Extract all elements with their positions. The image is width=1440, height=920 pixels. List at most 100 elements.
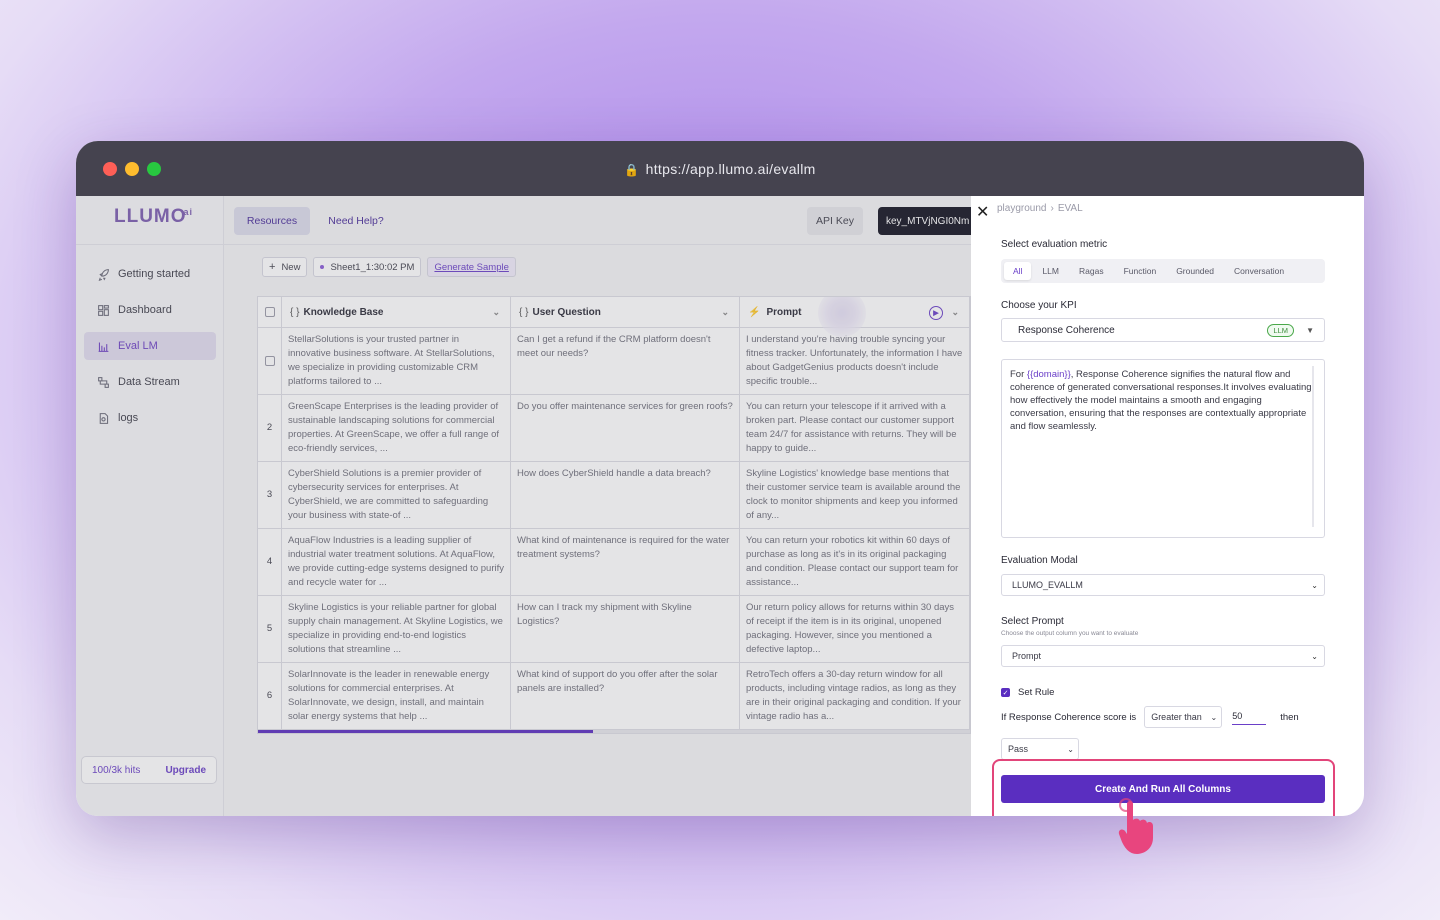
sidebar-item-label: logs <box>118 412 139 424</box>
tab-grounded[interactable]: Grounded <box>1167 262 1223 280</box>
model-label: Evaluation Modal <box>1001 555 1078 566</box>
resources-button[interactable]: Resources <box>234 207 310 235</box>
browser-titlebar: 🔒 https://app.llumo.ai/evallm <box>76 141 1364 196</box>
row-number-cell[interactable]: 2 <box>258 395 282 461</box>
pointer-hand-icon <box>1118 798 1153 854</box>
chart-icon <box>96 339 110 353</box>
caret-down-icon: ▼ <box>1306 326 1314 335</box>
table-row[interactable]: 4 AquaFlow Industries is a leading suppli… <box>258 529 970 596</box>
table-body: StellarSolutions is your trusted partner… <box>258 328 970 730</box>
kpi-description[interactable]: For {{domain}}, Response Coherence signi… <box>1001 359 1325 538</box>
url-text: https://app.llumo.ai/evallm <box>645 161 816 177</box>
chevron-down-icon: ⌄ <box>1210 712 1218 722</box>
play-icon[interactable]: ▶ <box>929 306 943 320</box>
prompt-cell[interactable]: I understand you're having trouble synci… <box>740 328 970 394</box>
dashboard-icon <box>96 303 110 317</box>
user-question-cell[interactable]: Do you offer maintenance services for gr… <box>511 395 740 461</box>
tab-function[interactable]: Function <box>1115 262 1166 280</box>
prompt-cell[interactable]: Skyline Logistics' knowledge base mentio… <box>740 462 970 528</box>
domain-variable: {{domain}} <box>1026 369 1071 380</box>
table-row[interactable]: 5 Skyline Logistics is your reliable part… <box>258 596 970 663</box>
rocket-icon <box>96 267 110 281</box>
rule-operator-select[interactable]: Greater than ⌄ <box>1144 706 1223 728</box>
row-number-cell[interactable] <box>258 328 282 394</box>
column-prompt[interactable]: ⚡ Prompt ▶ ⌄ <box>740 297 970 337</box>
row-checkbox[interactable] <box>264 356 275 366</box>
knowledge-base-cell[interactable]: Skyline Logistics is your reliable partn… <box>282 596 511 662</box>
column-knowledge-base[interactable]: { } Knowledge Base ⌄ <box>282 297 511 327</box>
address-bar[interactable]: 🔒 https://app.llumo.ai/evallm <box>76 161 1364 177</box>
table-row[interactable]: 6 SolarInnovate is the leader in renewabl… <box>258 663 970 730</box>
rule-line: If Response Coherence score is Greater t… <box>1001 705 1299 729</box>
breadcrumb-root[interactable]: playground <box>997 203 1046 214</box>
checkmark-icon: ✓ <box>1001 688 1010 697</box>
need-help-link[interactable]: Need Help? <box>316 207 396 235</box>
tab-ragas[interactable]: Ragas <box>1070 262 1113 280</box>
table-row[interactable]: 3 CyberShield Solutions is a premier prov… <box>258 462 970 529</box>
data-table: { } Knowledge Base ⌄ { } User Question ⌄ ⚡ Pr… <box>257 296 971 734</box>
chevron-down-icon: ⌄ <box>1311 580 1318 590</box>
prompt-cell[interactable]: You can return your telescope if it arri… <box>740 395 970 461</box>
user-question-cell[interactable]: What kind of maintenance is required for… <box>511 529 740 595</box>
rule-prefix: If Response Coherence score is <box>1001 711 1137 723</box>
rule-threshold-input[interactable]: 50 <box>1232 709 1267 725</box>
select-all-checkbox-cell[interactable] <box>258 297 282 327</box>
generate-sample-link[interactable]: Generate Sample <box>427 257 516 277</box>
row-number-cell[interactable]: 4 <box>258 529 282 595</box>
rule-result-select[interactable]: Pass ⌄ <box>1001 738 1079 760</box>
kpi-select[interactable]: Response Coherence LLM ▼ <box>1001 318 1325 342</box>
knowledge-base-cell[interactable]: StellarSolutions is your trusted partner… <box>282 328 511 394</box>
row-number-cell[interactable]: 3 <box>258 462 282 528</box>
row-number-cell[interactable]: 5 <box>258 596 282 662</box>
sheet-chip[interactable]: Sheet1_1:30:02 PM <box>313 257 422 277</box>
user-question-cell[interactable]: Can I get a refund if the CRM platform d… <box>511 328 740 394</box>
sidebar-item-label: Dashboard <box>118 304 172 316</box>
data-stream-icon <box>96 375 110 389</box>
prompt-cell[interactable]: RetroTech offers a 30-day return window … <box>740 663 970 729</box>
set-rule-checkbox[interactable]: ✓ Set Rule <box>1001 687 1054 698</box>
sidebar-item-eval-lm[interactable]: Eval LM <box>84 332 216 360</box>
prompt-select[interactable]: Prompt ⌄ <box>1001 645 1325 667</box>
model-select[interactable]: LLUMO_EVALLM ⌄ <box>1001 574 1325 596</box>
prompt-cell[interactable]: You can return your robotics kit within … <box>740 529 970 595</box>
knowledge-base-cell[interactable]: AquaFlow Industries is a leading supplie… <box>282 529 511 595</box>
user-question-cell[interactable]: How does CyberShield handle a data breac… <box>511 462 740 528</box>
browser-window: 🔒 https://app.llumo.ai/evallm LLUMOai Get… <box>76 141 1364 816</box>
chevron-down-icon[interactable]: ⌄ <box>721 307 729 318</box>
table-row[interactable]: StellarSolutions is your trusted partner… <box>258 328 970 395</box>
chevron-down-icon[interactable]: ⌄ <box>492 307 500 318</box>
close-icon[interactable]: ✕ <box>976 202 989 222</box>
chevron-down-icon[interactable]: ⌄ <box>951 307 959 318</box>
sidebar-item-label: Data Stream <box>118 376 180 388</box>
knowledge-base-cell[interactable]: SolarInnovate is the leader in renewable… <box>282 663 511 729</box>
tab-conversation[interactable]: Conversation <box>1225 262 1293 280</box>
app: LLUMOai Getting started Dashboard Eval L… <box>76 196 1364 816</box>
breadcrumb-current: EVAL <box>1057 203 1083 214</box>
tab-all[interactable]: All <box>1004 262 1032 280</box>
table-row[interactable]: 2 GreenScape Enterprises is the leading p… <box>258 395 970 462</box>
sidebar-item-logs[interactable]: logs <box>84 404 216 432</box>
knowledge-base-cell[interactable]: GreenScape Enterprises is the leading pr… <box>282 395 511 461</box>
hits-count: 100/3k hits <box>92 764 141 776</box>
upgrade-link[interactable]: Upgrade <box>165 765 206 776</box>
horizontal-scrollbar[interactable] <box>258 730 970 733</box>
sidebar-item-dashboard[interactable]: Dashboard <box>84 296 216 324</box>
select-all-checkbox[interactable] <box>264 307 275 317</box>
sidebar-item-getting-started[interactable]: Getting started <box>84 260 216 288</box>
chevron-down-icon: ⌄ <box>1311 651 1318 661</box>
column-user-question[interactable]: { } User Question ⌄ <box>511 297 740 327</box>
new-button[interactable]: + New <box>262 257 308 277</box>
logo: LLUMOai <box>114 206 194 227</box>
metric-label: Select evaluation metric <box>1001 239 1108 250</box>
plus-icon: + <box>269 261 276 273</box>
row-number-cell[interactable]: 6 <box>258 663 282 729</box>
prompt-cell[interactable]: Our return policy allows for returns wit… <box>740 596 970 662</box>
api-key-value[interactable]: key_MTVjNGI0Nm <box>878 207 978 235</box>
user-question-cell[interactable]: What kind of support do you offer after … <box>511 663 740 729</box>
knowledge-base-cell[interactable]: CyberShield Solutions is a premier provi… <box>282 462 511 528</box>
tab-llm[interactable]: LLM <box>1033 262 1068 280</box>
user-question-cell[interactable]: How can I track my shipment with Skyline… <box>511 596 740 662</box>
braces-icon: { } <box>290 306 300 318</box>
sidebar-item-data-stream[interactable]: Data Stream <box>84 368 216 396</box>
description-scrollbar[interactable] <box>1312 366 1314 527</box>
